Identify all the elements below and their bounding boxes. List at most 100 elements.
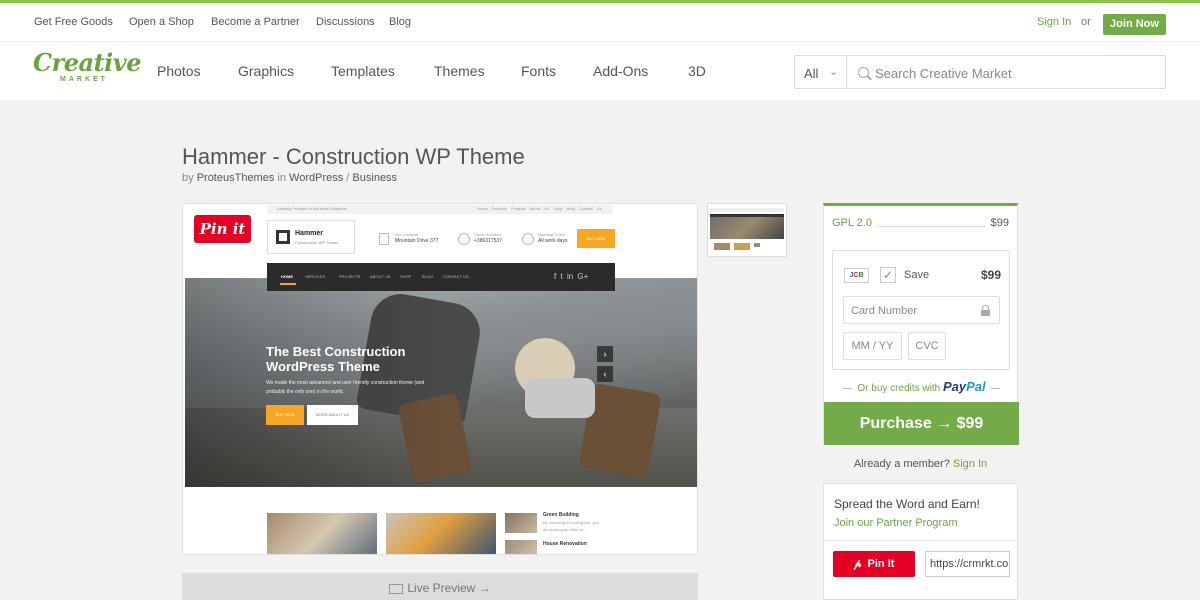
cvc-field[interactable]: CVC <box>908 332 946 360</box>
preview-hero-title-2: WordPress Theme <box>266 359 380 374</box>
preview-info-label: Opening Times <box>538 232 565 237</box>
partner-program-link[interactable]: Join our Partner Program <box>834 517 958 529</box>
logo-wordmark: Creative <box>33 48 141 77</box>
location-icon <box>379 233 389 245</box>
preview-prev-arrow-icon: ‹ <box>597 366 613 382</box>
member-signin-row: Already a member? Sign In <box>823 458 1018 470</box>
in-text: in <box>277 172 286 184</box>
preview-hero-photo <box>185 278 697 487</box>
license-row[interactable]: GPL 2.0 $99 <box>832 217 1009 229</box>
preview-top-links: Home Services Projects About Us Shop Blo… <box>477 206 602 211</box>
preview-card-image <box>386 513 496 554</box>
live-preview-button[interactable]: Live Preview → <box>182 573 698 600</box>
pin-it-share-button[interactable]: 𝓅 Pin It <box>833 551 915 577</box>
product-title: Hammer - Construction WP Theme <box>182 144 525 169</box>
nav-graphics[interactable]: Graphics <box>238 63 294 79</box>
category-link[interactable]: WordPress <box>289 172 343 184</box>
nav-add-ons[interactable]: Add-Ons <box>593 63 648 79</box>
preview-info-value: +386317537 <box>474 238 502 244</box>
paypal-text: Or buy credits with <box>857 383 941 394</box>
save-price: $99 <box>980 268 1001 282</box>
get-free-goods-link[interactable]: Get Free Goods <box>34 16 113 28</box>
preview-info-label: Our Location <box>395 232 418 237</box>
save-checkbox[interactable]: ✓ <box>880 267 896 283</box>
license-price: $99 <box>990 217 1009 229</box>
card-number-placeholder: Card Number <box>851 305 918 317</box>
member-text: Already a member? <box>853 458 950 470</box>
card-form: JCB ✓ Save $99 Card Number MM / YY CVC <box>832 250 1010 370</box>
join-now-button[interactable]: Join Now <box>1103 14 1166 35</box>
expiry-field[interactable]: MM / YY <box>843 332 902 360</box>
open-a-shop-link[interactable]: Open a Shop <box>129 16 194 28</box>
preview-hero-title-1: The Best Construction <box>266 344 406 359</box>
paypal-link[interactable]: Or buy credits with PayPal <box>824 379 1019 394</box>
paypal-logo: Pay <box>942 379 967 394</box>
preview-thumbnail[interactable] <box>707 203 787 257</box>
chevron-down-icon: ⌄ <box>829 66 839 78</box>
creative-market-logo[interactable]: Creative MARKET <box>33 48 141 90</box>
blog-link[interactable]: Blog <box>389 16 411 28</box>
license-name: GPL 2.0 <box>832 217 872 229</box>
preview-hero-text-2: probably the only one) in the world. <box>266 389 344 395</box>
nav-templates[interactable]: Templates <box>331 63 395 79</box>
phone-icon <box>458 233 470 245</box>
pin-it-button[interactable]: Pin it <box>194 215 251 243</box>
preview-hero-more-button: MORE ABOUT US <box>307 405 358 425</box>
nav-photos[interactable]: Photos <box>157 63 201 79</box>
nav-3d[interactable]: 3D <box>688 63 706 79</box>
jcb-card-icon: JCB <box>844 268 869 283</box>
monitor-icon <box>389 583 404 594</box>
become-a-partner-link[interactable]: Become a Partner <box>211 16 300 28</box>
clock-icon <box>522 233 534 245</box>
preview-info-value: Mountain Drive 377 <box>395 238 439 244</box>
nav-themes[interactable]: Themes <box>434 63 485 79</box>
product-byline: by ProteusThemes in WordPress / Business <box>182 172 397 184</box>
preview-tagline: Leading Provider of Industrial Solutions <box>277 206 347 211</box>
preview-card-image <box>267 513 377 554</box>
preview-news-text: are making an effort to ... <box>543 527 588 532</box>
preview-info-label: Phone Number <box>474 232 501 237</box>
lock-icon <box>981 305 990 316</box>
logo-subtext: MARKET <box>60 76 108 83</box>
pinterest-icon: 𝓅 <box>853 558 862 570</box>
preview-hero-text-1: We made the most advanced and user frien… <box>266 380 425 386</box>
purchase-button[interactable]: Purchase → $99 <box>824 402 1019 445</box>
discussions-link[interactable]: Discussions <box>316 16 375 28</box>
preview-news-title: House Renovation <box>543 541 587 547</box>
utility-bar: Get Free Goods Open a Shop Become a Part… <box>0 3 1200 41</box>
divider <box>824 540 1017 541</box>
member-sign-in-link[interactable]: Sign In <box>953 458 987 470</box>
search-input[interactable] <box>875 64 1155 82</box>
search-icon <box>858 67 869 78</box>
preview-news-text: By choosing to build green, you <box>543 520 599 525</box>
nav-fonts[interactable]: Fonts <box>521 63 556 79</box>
search-category-select[interactable]: All ⌄ <box>794 55 846 89</box>
preview-news-thumb <box>505 513 537 533</box>
preview-next-arrow-icon: › <box>597 346 613 362</box>
author-link[interactable]: ProteusThemes <box>197 172 275 184</box>
main-navigation: Creative MARKET Photos Graphics Template… <box>0 41 1200 100</box>
by-text: by <box>182 172 194 184</box>
save-label: Save <box>904 269 930 281</box>
preview-top-strip: Leading Provider of Industrial Solutions… <box>267 205 613 214</box>
paypal-logo-2: Pal <box>966 379 986 394</box>
live-preview-label: Live Preview → <box>407 581 491 595</box>
share-title: Spread the Word and Earn! <box>834 497 980 511</box>
preview-hero-buy-button: BUY NOW <box>266 405 304 425</box>
preview-buy-now: BUY NOW <box>577 229 615 248</box>
share-panel: Spread the Word and Earn! Join our Partn… <box>823 483 1018 600</box>
pin-it-label: Pin It <box>867 558 895 570</box>
product-preview-image[interactable]: Pin it Leading Provider of Industrial So… <box>182 203 698 555</box>
preview-menu-bar: HOME SERVICES PROJECTS ABOUT US SHOP BLO… <box>267 263 615 291</box>
subcategory-link[interactable]: Business <box>352 172 397 184</box>
search-category-value: All <box>804 66 819 81</box>
card-number-field[interactable]: Card Number <box>843 296 1000 324</box>
share-link-field[interactable]: https://crmrkt.com <box>925 551 1010 577</box>
preview-info-value: All work days <box>538 238 568 244</box>
breadcrumb-separator: / <box>346 172 350 184</box>
search-box <box>846 55 1166 89</box>
purchase-panel: GPL 2.0 $99 JCB ✓ Save $99 Card Number M… <box>823 203 1019 445</box>
sign-in-link[interactable]: Sign In <box>1037 16 1071 28</box>
preview-social-icons: f t in G+ <box>554 272 589 281</box>
or-text: or <box>1081 16 1091 28</box>
